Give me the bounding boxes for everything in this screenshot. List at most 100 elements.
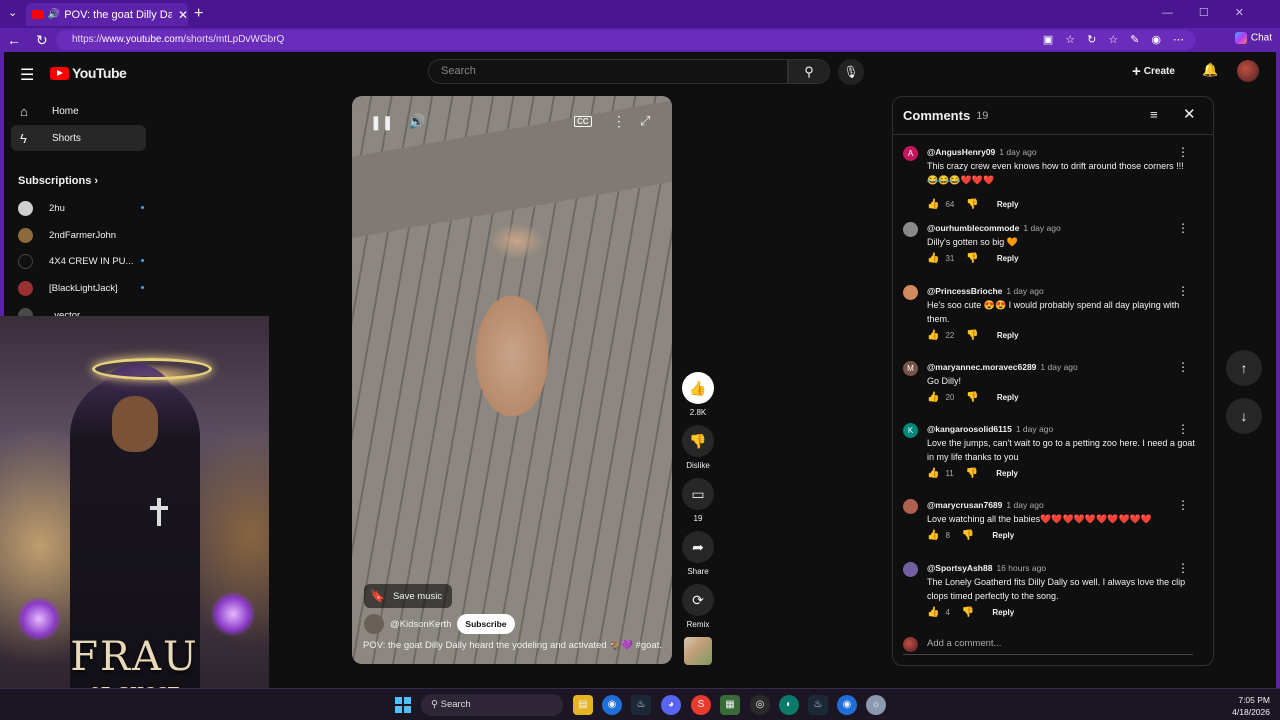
- thumbs-up-icon[interactable]: 👍: [927, 330, 939, 341]
- commenter-avatar[interactable]: [903, 222, 918, 237]
- subscription-item[interactable]: 2ndFarmerJohn: [18, 226, 138, 244]
- minecraft-icon[interactable]: ▦: [720, 695, 740, 715]
- thumbs-up-icon[interactable]: 👍: [927, 468, 939, 479]
- add-comment-input[interactable]: Add a comment...: [903, 635, 1193, 655]
- thumbs-down-icon[interactable]: 👎: [966, 330, 978, 341]
- close-icon[interactable]: ✕: [1183, 105, 1196, 123]
- comment-more-icon[interactable]: ⋮: [1177, 284, 1189, 298]
- channel-avatar[interactable]: [364, 614, 384, 634]
- sidebar-item-shorts[interactable]: ϟ Shorts: [11, 125, 146, 151]
- fullscreen-icon[interactable]: ⤢: [640, 113, 650, 129]
- browser-app-icon[interactable]: ◉: [837, 695, 857, 715]
- comment-more-icon[interactable]: ⋮: [1177, 221, 1189, 235]
- dislike-button[interactable]: 👎: [682, 425, 714, 457]
- share-button[interactable]: ➦: [682, 531, 714, 563]
- edge-icon[interactable]: ◐: [779, 695, 799, 715]
- thumbs-up-icon[interactable]: 👍: [927, 392, 939, 403]
- thumbs-up-icon[interactable]: 👍: [927, 199, 939, 210]
- comments-button[interactable]: ▭: [682, 478, 714, 510]
- account-avatar[interactable]: [1237, 60, 1259, 82]
- commenter-avatar[interactable]: [903, 285, 918, 300]
- discord-icon[interactable]: ◕: [661, 695, 681, 715]
- commenter-avatar[interactable]: A: [903, 146, 918, 161]
- file-explorer-icon[interactable]: ▤: [573, 695, 593, 715]
- commenter-avatar[interactable]: K: [903, 423, 918, 438]
- subscribe-button[interactable]: Subscribe: [457, 614, 515, 634]
- create-button[interactable]: + Create: [1132, 63, 1175, 80]
- thumbs-up-icon[interactable]: 👍: [927, 530, 939, 541]
- comment-more-icon[interactable]: ⋮: [1177, 498, 1189, 512]
- comment-author[interactable]: @ourhumblecommode: [927, 223, 1019, 233]
- steam-icon[interactable]: ♨: [808, 695, 828, 715]
- remix-button[interactable]: ⟳: [682, 584, 714, 616]
- channel-handle[interactable]: @KidsonKerth: [390, 619, 451, 630]
- previous-short-button[interactable]: ↑: [1226, 350, 1262, 386]
- hamburger-menu-icon[interactable]: ☰: [20, 65, 34, 85]
- app-icon[interactable]: ◎: [750, 695, 770, 715]
- app-s-icon[interactable]: S: [691, 695, 711, 715]
- thumbs-down-icon[interactable]: 👎: [966, 468, 978, 479]
- pause-icon[interactable]: ❚❚: [370, 114, 393, 131]
- comment-author[interactable]: @maryannec.moravec6289: [927, 362, 1036, 372]
- back-icon[interactable]: ←: [7, 32, 29, 48]
- subscription-item[interactable]: [BlackLightJack]: [18, 279, 144, 297]
- reply-button[interactable]: Reply: [997, 254, 1019, 263]
- next-short-button[interactable]: ↓: [1226, 398, 1262, 434]
- subscription-item[interactable]: 4X4 CREW IN PU...: [18, 252, 144, 270]
- comment-more-icon[interactable]: ⋮: [1177, 360, 1189, 374]
- sort-icon[interactable]: ≡: [1150, 107, 1158, 122]
- steam-icon[interactable]: ♨: [631, 695, 651, 715]
- reply-button[interactable]: Reply: [997, 331, 1019, 340]
- comment-author[interactable]: @marycrusan7689: [927, 500, 1002, 510]
- thumbs-up-icon[interactable]: 👍: [927, 607, 939, 618]
- window-controls[interactable]: —☐✕: [1162, 6, 1270, 19]
- thumbs-down-icon[interactable]: 👎: [962, 607, 974, 618]
- search-input[interactable]: Search: [428, 59, 788, 84]
- comment-author[interactable]: @AngusHenry09: [927, 147, 995, 157]
- commenter-avatar[interactable]: [903, 562, 918, 577]
- reply-button[interactable]: Reply: [992, 531, 1014, 540]
- tab-close-icon[interactable]: ✕: [178, 8, 188, 22]
- sidebar-item-home[interactable]: ⌂ Home: [11, 98, 146, 124]
- comment-author[interactable]: @kangaroosolid6115: [927, 424, 1012, 434]
- comment-more-icon[interactable]: ⋮: [1177, 145, 1189, 159]
- subscription-item[interactable]: 2hu: [18, 199, 144, 217]
- captions-icon[interactable]: CC: [574, 116, 592, 127]
- reply-button[interactable]: Reply: [996, 469, 1018, 478]
- search-button[interactable]: ⚲: [788, 59, 830, 84]
- speaker-icon[interactable]: 🔊: [48, 9, 60, 20]
- comment-more-icon[interactable]: ⋮: [1177, 561, 1189, 575]
- comment-author[interactable]: @SportsyAsh88: [927, 563, 992, 573]
- url-field[interactable]: https://www.youtube.com/shorts/mtLpDvWGb…: [56, 30, 1196, 50]
- reply-button[interactable]: Reply: [997, 200, 1019, 209]
- thumbs-up-icon[interactable]: 👍: [927, 253, 939, 264]
- voice-search-button[interactable]: 🎙: [838, 59, 864, 85]
- tab-actions-menu-icon[interactable]: ⌄: [8, 6, 17, 19]
- taskbar-search[interactable]: ⚲ Search: [421, 694, 563, 716]
- browser-app-icon[interactable]: ◉: [602, 695, 622, 715]
- comment-author[interactable]: @PrincessBrioche: [927, 286, 1002, 296]
- toolbar-extension-icons[interactable]: ▣☆↻☆✎◉⋯: [1043, 33, 1196, 46]
- new-tab-button[interactable]: +: [194, 5, 203, 23]
- windows-start-icon[interactable]: [395, 697, 411, 713]
- commenter-avatar[interactable]: M: [903, 361, 918, 376]
- copilot-chat-button[interactable]: Chat: [1234, 32, 1272, 44]
- app-icon[interactable]: ☼: [866, 695, 886, 715]
- subscriptions-header[interactable]: Subscriptions ›: [18, 175, 98, 187]
- thumbs-down-icon[interactable]: 👎: [962, 530, 974, 541]
- volume-icon[interactable]: 🔊: [408, 113, 425, 130]
- video-title[interactable]: POV: the goat Dilly Dally heard the yode…: [363, 640, 663, 651]
- more-options-icon[interactable]: ⋮: [612, 113, 626, 130]
- reply-button[interactable]: Reply: [992, 608, 1014, 617]
- comment-more-icon[interactable]: ⋮: [1177, 422, 1189, 436]
- thumbs-down-icon[interactable]: 👎: [966, 199, 978, 210]
- system-clock[interactable]: 7:05 PM 4/18/2026: [1232, 694, 1270, 718]
- like-button[interactable]: 👍: [682, 372, 714, 404]
- reply-button[interactable]: Reply: [997, 393, 1019, 402]
- browser-tab[interactable]: 🔊 POV: the goat Dilly Dally hear ✕: [26, 3, 188, 26]
- notifications-bell-icon[interactable]: 🔔: [1202, 62, 1218, 78]
- thumbs-down-icon[interactable]: 👎: [966, 253, 978, 264]
- sound-thumbnail[interactable]: [684, 637, 712, 665]
- refresh-icon[interactable]: ↻: [36, 32, 58, 49]
- commenter-avatar[interactable]: [903, 499, 918, 514]
